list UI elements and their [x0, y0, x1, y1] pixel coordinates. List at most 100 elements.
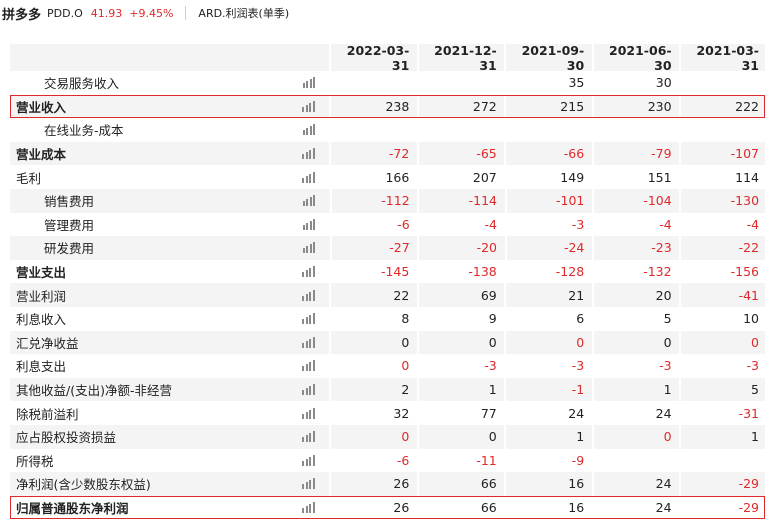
bar-chart-icon[interactable]: [302, 242, 321, 254]
row-label: 所得税: [16, 453, 54, 469]
bar-chart-icon[interactable]: [302, 195, 321, 207]
value-cell: -107: [679, 141, 765, 166]
value-cell: -41: [679, 283, 765, 307]
bar-chart-icon[interactable]: [302, 148, 320, 160]
bar-chart-icon[interactable]: [302, 431, 320, 443]
table-row[interactable]: 管理费用 -6 -4 -3 -4 -4: [10, 212, 765, 237]
bar-chart-icon[interactable]: [302, 266, 320, 278]
value-cell: 6: [504, 306, 590, 331]
value-cell: 207: [416, 165, 503, 189]
column-header[interactable]: 2022-03-31: [329, 43, 415, 73]
table-row[interactable]: 在线业务-成本: [10, 118, 765, 142]
value-cell: 151: [591, 165, 678, 189]
bar-chart-icon[interactable]: [302, 218, 321, 230]
value-cell: [329, 71, 416, 95]
row-label: 营业支出: [16, 265, 67, 281]
report-title[interactable]: ARD.利润表(单季): [198, 5, 289, 21]
bar-chart-icon[interactable]: [302, 384, 320, 396]
value-cell: 1: [504, 424, 590, 449]
bar-chart-icon[interactable]: [302, 124, 321, 136]
table-row[interactable]: 营业利润 22 69 21 20 -41: [10, 283, 765, 307]
table-row[interactable]: 汇兑净收益 0 0 0 0 0: [10, 330, 765, 355]
value-cell: 66: [416, 495, 503, 520]
value-cell: 22: [329, 283, 415, 307]
value-cell: 230: [591, 94, 678, 119]
table-row[interactable]: 应占股权投资损益 0 0 1 0 1: [10, 424, 765, 449]
value-cell: -24: [504, 236, 591, 260]
bar-chart-icon[interactable]: [302, 171, 320, 183]
row-label: 销售费用: [44, 194, 95, 210]
value-cell: 0: [504, 330, 590, 355]
column-header[interactable]: 2021-12-31: [416, 43, 503, 73]
bar-chart-icon[interactable]: [302, 313, 320, 325]
value-cell: -101: [504, 188, 591, 213]
value-cell: 9: [416, 306, 503, 331]
value-cell: 69: [416, 283, 503, 307]
table-row[interactable]: 营业收入 238 272 215 230 222: [10, 94, 765, 119]
income-statement-table: 2022-03-31 2021-12-31 2021-09-30 2021-06…: [10, 43, 765, 520]
bar-chart-icon[interactable]: [302, 478, 320, 490]
value-cell: -4: [679, 212, 765, 237]
table-row[interactable]: 营业成本 -72 -65 -66 -79 -107: [10, 141, 765, 166]
value-cell: [591, 448, 678, 473]
table-row[interactable]: 交易服务收入 35 30: [10, 71, 765, 95]
value-cell: 0: [591, 330, 678, 355]
table-row[interactable]: 其他收益/(支出)净额-非经营 2 1 -1 1 5: [10, 377, 765, 402]
value-cell: -104: [591, 188, 678, 213]
value-cell: -4: [417, 212, 503, 237]
value-cell: 222: [679, 94, 765, 119]
value-cell: 16: [504, 472, 590, 496]
value-cell: 77: [416, 401, 503, 425]
table-row[interactable]: 净利润(含少数股东权益) 26 66 16 24 -29: [10, 472, 765, 496]
column-header[interactable]: 2021-06-30: [591, 43, 678, 73]
value-cell: 35: [504, 71, 591, 95]
value-cell: 16: [504, 495, 590, 520]
bar-chart-icon[interactable]: [302, 289, 320, 301]
value-cell: -132: [591, 259, 678, 284]
value-cell: -66: [504, 141, 590, 166]
value-cell: [679, 118, 765, 142]
column-header[interactable]: 2021-03-31: [679, 43, 765, 73]
value-cell: -11: [416, 448, 503, 473]
table-row[interactable]: 研发费用 -27 -20 -24 -23 -22: [10, 236, 765, 260]
value-cell: -22: [679, 236, 765, 260]
table-row[interactable]: 所得税 -6 -11 -9: [10, 448, 765, 473]
value-cell: -3: [591, 354, 678, 378]
value-cell: 0: [679, 330, 765, 355]
stock-price: 41.93: [90, 6, 123, 20]
value-cell: 21: [504, 283, 590, 307]
table-row[interactable]: 除税前溢利 32 77 24 24 -31: [10, 401, 765, 425]
value-cell: 215: [504, 94, 590, 119]
bar-chart-icon[interactable]: [302, 77, 321, 89]
table-row[interactable]: 销售费用 -112 -114 -101 -104 -130: [10, 188, 765, 213]
value-cell: [591, 118, 678, 142]
value-cell: 5: [679, 377, 765, 402]
value-cell: -23: [591, 236, 678, 260]
bar-chart-icon[interactable]: [302, 360, 320, 372]
table-row[interactable]: 营业支出 -145 -138 -128 -132 -156: [10, 259, 765, 284]
row-label: 其他收益/(支出)净额-非经营: [16, 383, 172, 399]
value-cell: -4: [591, 212, 678, 237]
value-cell: -3: [416, 354, 503, 378]
row-label: 汇兑净收益: [16, 335, 79, 351]
bar-chart-icon[interactable]: [302, 501, 320, 513]
table-row[interactable]: 归属普通股东净利润 26 66 16 24 -29: [10, 495, 765, 520]
bar-chart-icon[interactable]: [302, 100, 320, 112]
value-cell: 0: [329, 424, 415, 449]
value-cell: -3: [504, 354, 590, 378]
bar-chart-icon[interactable]: [302, 336, 320, 348]
value-cell: 0: [416, 424, 503, 449]
value-cell: 20: [591, 283, 678, 307]
value-cell: -112: [329, 188, 416, 213]
value-cell: 166: [329, 165, 415, 189]
value-cell: 0: [591, 424, 678, 449]
bar-chart-icon[interactable]: [302, 454, 320, 466]
column-header[interactable]: 2021-09-30: [504, 43, 590, 73]
bar-chart-icon[interactable]: [302, 407, 320, 419]
value-cell: 1: [679, 424, 765, 449]
table-row[interactable]: 利息收入 8 9 6 5 10: [10, 306, 765, 331]
table-row[interactable]: 毛利 166 207 149 151 114: [10, 165, 765, 189]
stock-name[interactable]: 拼多多: [2, 4, 41, 23]
table-row[interactable]: 利息支出 0 -3 -3 -3 -3: [10, 354, 765, 378]
value-cell: -31: [679, 401, 765, 425]
